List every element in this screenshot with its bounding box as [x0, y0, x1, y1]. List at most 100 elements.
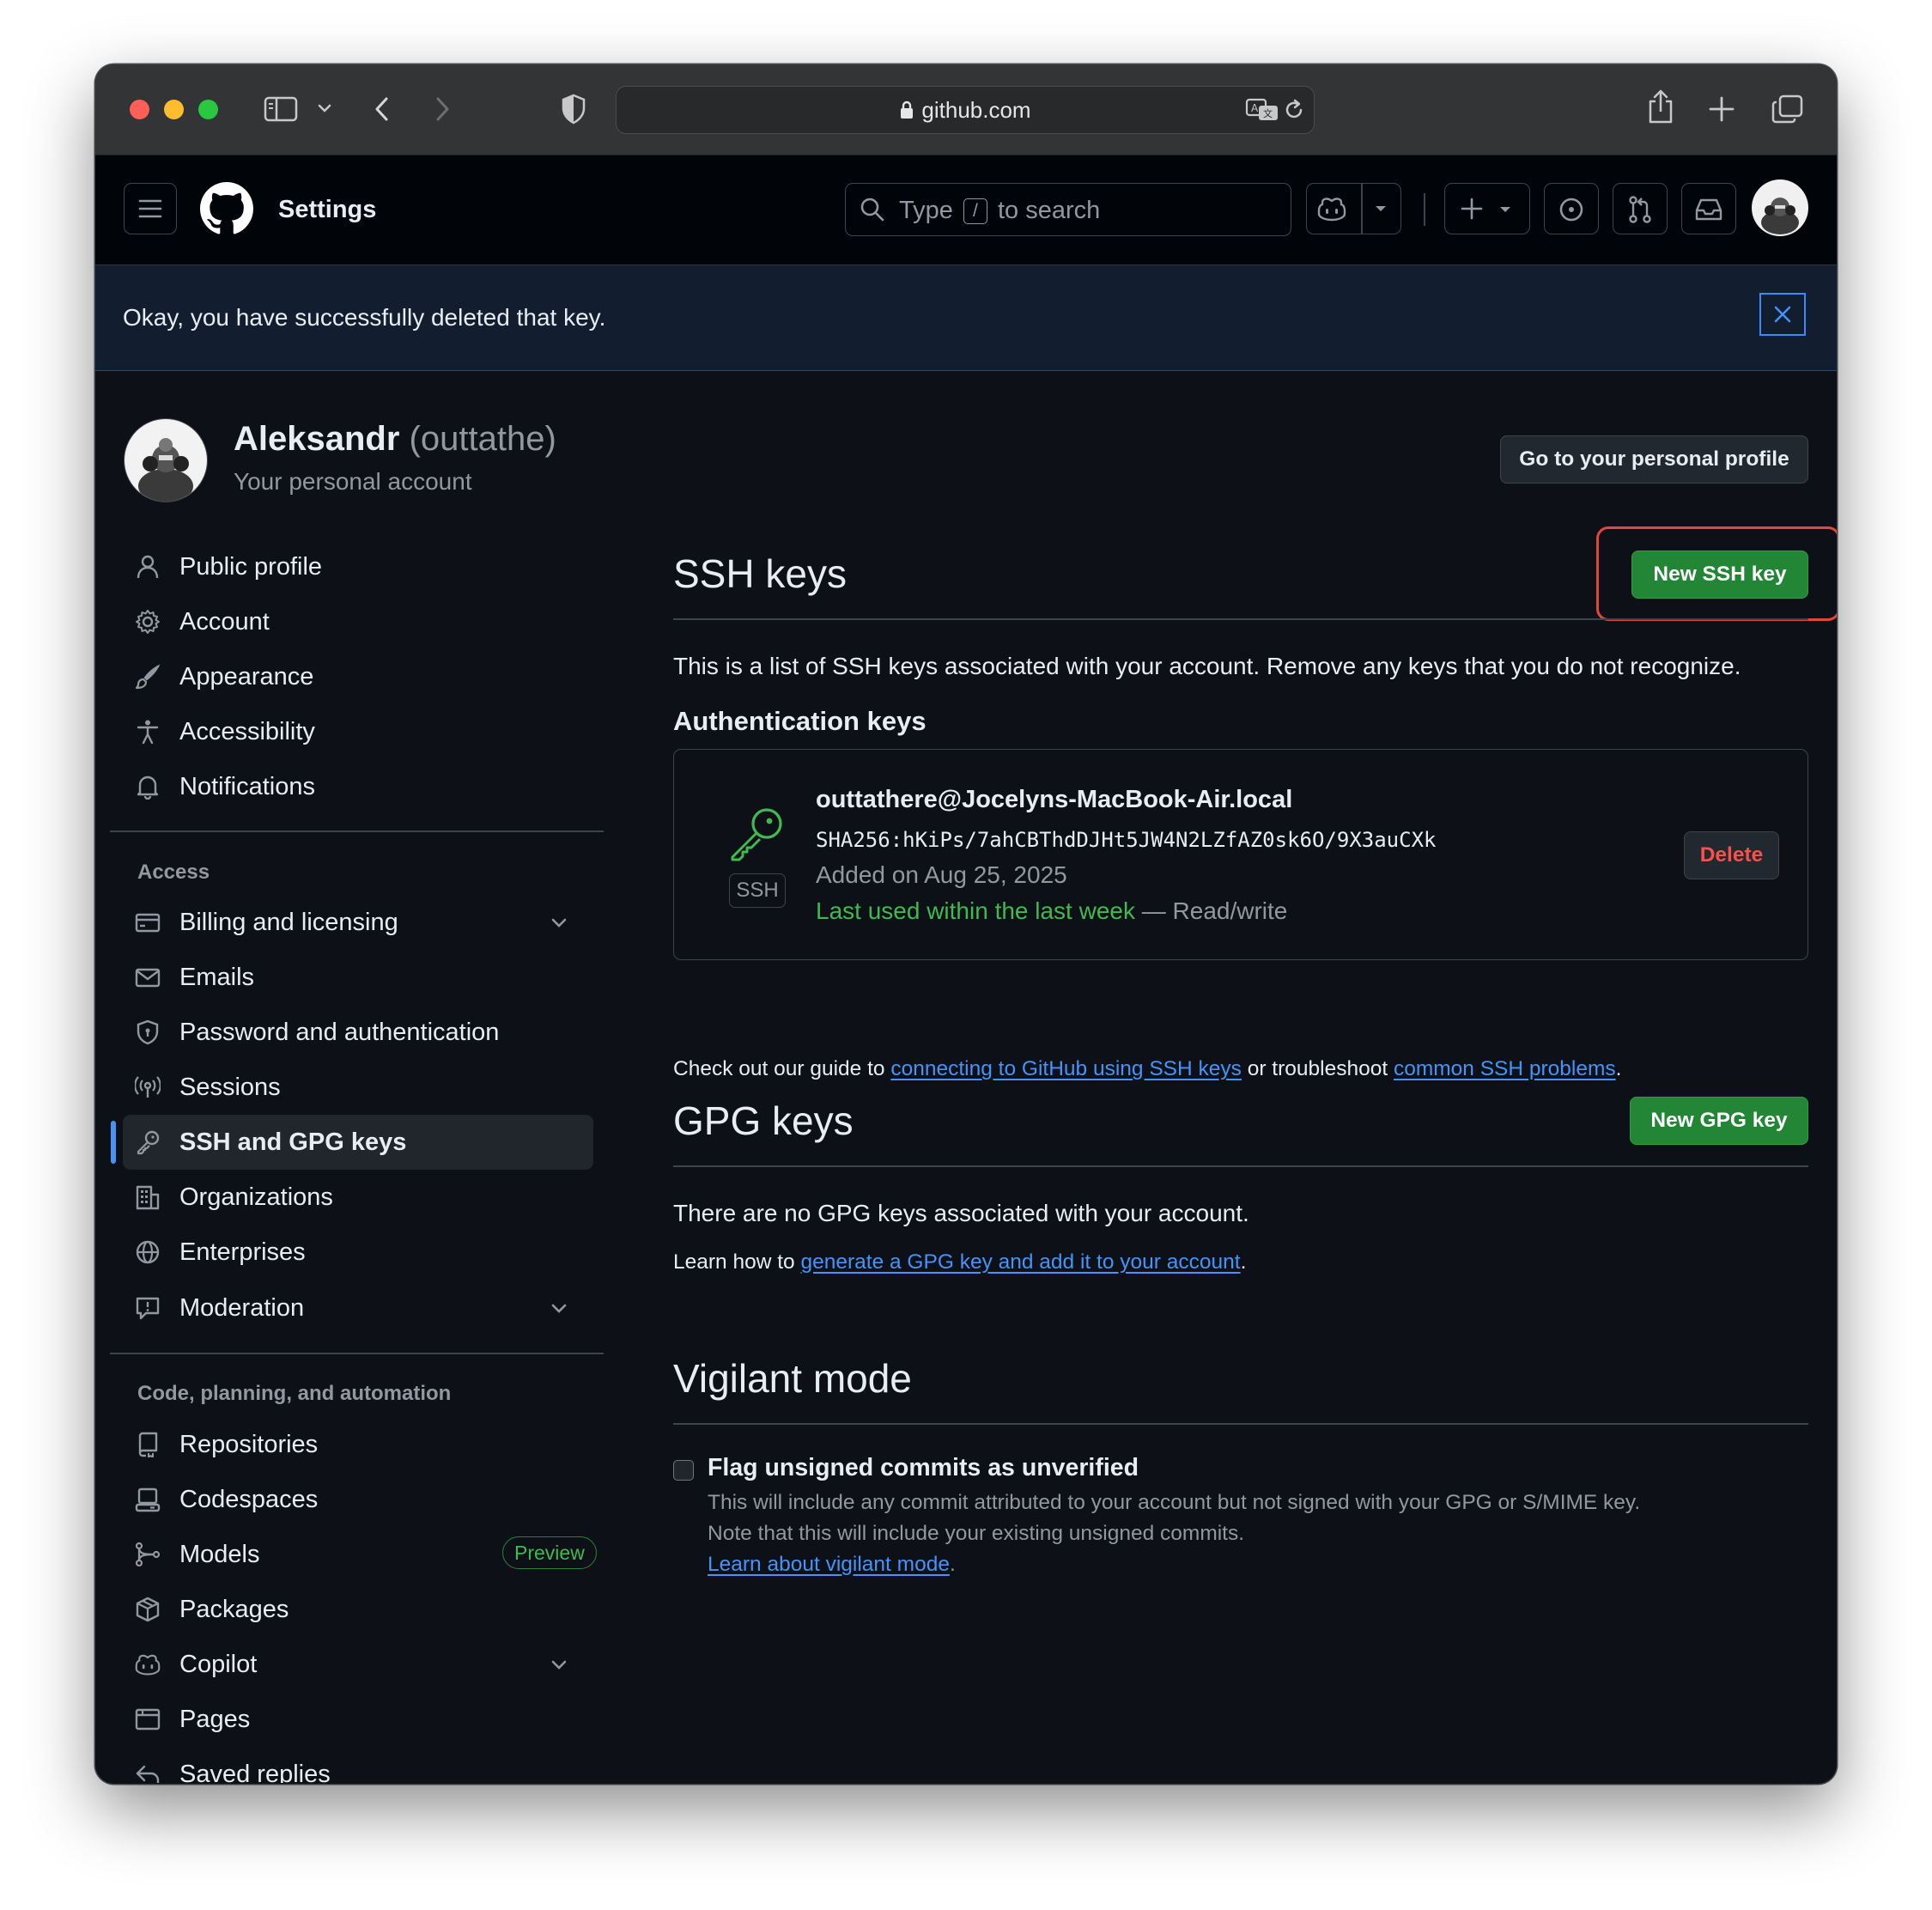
sidebar-item-label: Copilot	[179, 1651, 258, 1678]
package-icon	[136, 1597, 160, 1622]
key-last-used: Last used within the last week	[816, 897, 1135, 924]
section-divider	[673, 1423, 1808, 1425]
menu-button[interactable]	[124, 183, 177, 234]
close-icon	[1774, 306, 1791, 323]
account-avatar	[124, 418, 208, 502]
auth-keys-heading: Authentication keys	[673, 706, 927, 736]
close-window-button[interactable]	[130, 100, 149, 119]
sidebar-item-codespaces[interactable]: Codespaces	[123, 1472, 593, 1527]
tab-overview-icon[interactable]	[1771, 94, 1804, 125]
zoom-window-button[interactable]	[198, 100, 218, 119]
forward-icon[interactable]	[432, 95, 453, 123]
sidebar-item-accessibility[interactable]: Accessibility	[123, 704, 593, 759]
create-new-button[interactable]	[1444, 183, 1530, 234]
gpg-empty-text: There are no GPG keys associated with yo…	[673, 1200, 1249, 1226]
sidebar-item-enterprises[interactable]: Enterprises	[123, 1225, 593, 1280]
repo-icon	[138, 1432, 158, 1457]
search-icon	[860, 198, 884, 222]
go-to-profile-button[interactable]: Go to your personal profile	[1500, 435, 1808, 484]
sidebar-item-label: Repositories	[179, 1431, 319, 1458]
search-input[interactable]: Type / to search	[845, 183, 1291, 236]
pull-requests-button[interactable]	[1613, 183, 1668, 234]
chevron-down-icon[interactable]	[317, 102, 332, 114]
copilot-icon	[1317, 198, 1346, 222]
vigilant-learn-link[interactable]: Learn about vigilant mode	[708, 1553, 950, 1576]
bell-icon	[137, 776, 159, 800]
sidebar-item-account[interactable]: Account	[123, 594, 593, 649]
sidebar-item-moderation[interactable]: Moderation	[123, 1280, 593, 1335]
sidebar-item-password[interactable]: Password and authentication	[123, 1005, 593, 1060]
sidebar-item-sessions[interactable]: Sessions	[123, 1060, 593, 1115]
url-text: github.com	[921, 97, 1031, 123]
issue-icon	[1559, 198, 1583, 222]
sidebar-toggle-icon[interactable]	[264, 95, 298, 123]
github-logo-icon[interactable]	[200, 182, 253, 235]
gear-icon	[136, 610, 160, 634]
sidebar-item-pages[interactable]: Pages	[123, 1692, 593, 1747]
ssh-troubleshoot-link[interactable]: common SSH problems	[1394, 1057, 1616, 1080]
gpg-keys-heading: GPG keys	[673, 1098, 854, 1143]
ssh-guide-link[interactable]: connecting to GitHub using SSH keys	[890, 1057, 1242, 1080]
ssh-key-item: SSH outtathere@Jocelyns-MacBook-Air.loca…	[673, 749, 1808, 960]
pull-request-icon	[1629, 196, 1651, 223]
sidebar-item-emails[interactable]: Emails	[123, 950, 593, 1005]
sidebar-item-repositories[interactable]: Repositories	[123, 1417, 593, 1472]
vigilant-mode-heading: Vigilant mode	[673, 1356, 912, 1401]
minimize-window-button[interactable]	[164, 100, 184, 119]
inbox-icon	[1695, 198, 1722, 221]
section-divider	[673, 618, 1808, 620]
shield-lock-icon	[137, 1019, 159, 1045]
sidebar-item-billing[interactable]: Billing and licensing	[123, 895, 593, 950]
sidebar-item-saved-replies[interactable]: Saved replies	[123, 1747, 593, 1783]
sidebar-item-public-profile[interactable]: Public profile	[123, 539, 593, 594]
copilot-button[interactable]	[1306, 183, 1401, 234]
vigilant-learn: Learn about vigilant mode.	[708, 1553, 956, 1576]
address-bar[interactable]: github.com A文	[616, 86, 1315, 134]
new-tab-icon[interactable]	[1708, 95, 1735, 123]
sidebar-item-notifications[interactable]: Notifications	[123, 759, 593, 814]
privacy-shield-icon[interactable]	[561, 94, 586, 125]
sidebar-item-models[interactable]: Models Preview	[123, 1527, 597, 1582]
sidebar-item-packages[interactable]: Packages	[123, 1582, 593, 1637]
sidebar-item-label: Account	[179, 608, 270, 636]
delete-key-button[interactable]: Delete	[1684, 831, 1779, 879]
slash-key: /	[963, 198, 987, 224]
browser-toolbar: github.com A文	[95, 64, 1837, 155]
avatar[interactable]	[1752, 179, 1808, 236]
sidebar-item-label: Public profile	[179, 553, 323, 581]
new-gpg-key-button[interactable]: New GPG key	[1630, 1097, 1808, 1145]
back-icon[interactable]	[372, 95, 392, 123]
globe-icon	[136, 1240, 160, 1264]
inbox-button[interactable]	[1681, 183, 1736, 234]
vigilant-mode-checkbox[interactable]	[673, 1460, 694, 1481]
browser-icon	[135, 1708, 161, 1731]
sidebar-item-organizations[interactable]: Organizations	[123, 1170, 593, 1225]
triangle-down-icon	[1500, 207, 1510, 212]
sidebar-item-copilot[interactable]: Copilot	[123, 1637, 593, 1692]
sidebar-item-label: Emails	[179, 964, 255, 991]
reload-icon[interactable]	[1282, 98, 1306, 122]
chevron-down-icon	[551, 918, 567, 928]
vigilant-checkbox-label[interactable]: Flag unsigned commits as unverified	[708, 1454, 1139, 1482]
sidebar-item-label: Codespaces	[179, 1486, 319, 1513]
issues-button[interactable]	[1544, 183, 1599, 234]
sidebar-item-appearance[interactable]: Appearance	[123, 649, 593, 704]
sidebar-item-ssh-gpg-keys[interactable]: SSH and GPG keys	[123, 1115, 593, 1170]
sidebar-group-heading: Code, planning, and automation	[137, 1382, 452, 1405]
chevron-down-icon	[551, 1304, 567, 1313]
sidebar-item-label: Pages	[179, 1706, 251, 1733]
paintbrush-icon	[135, 664, 161, 690]
sidebar-item-label: Enterprises	[179, 1238, 306, 1266]
vigilant-note: Note that this will include your existin…	[708, 1522, 1245, 1545]
sidebar-item-label: Accessibility	[179, 718, 315, 745]
ssh-badge: SSH	[729, 873, 786, 908]
gpg-learn-text: Learn how to generate a GPG key and add …	[673, 1250, 1247, 1274]
section-divider	[673, 1165, 1808, 1167]
share-icon[interactable]	[1646, 88, 1675, 125]
gpg-learn-link[interactable]: generate a GPG key and add it to your ac…	[800, 1250, 1240, 1274]
models-icon	[135, 1542, 161, 1567]
translate-icon[interactable]: A文	[1245, 97, 1279, 123]
preview-badge: Preview	[502, 1536, 597, 1569]
dismiss-flash-button[interactable]	[1759, 293, 1806, 336]
browser-window: github.com A文 Settings Type / to search …	[95, 64, 1837, 1784]
